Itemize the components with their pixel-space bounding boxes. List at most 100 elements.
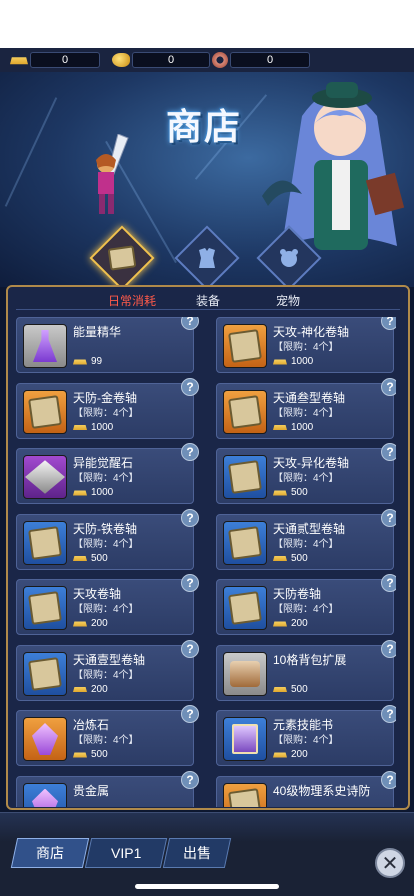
help-icon[interactable]: ? xyxy=(381,377,396,396)
gold-bar-icon xyxy=(73,621,87,627)
scroll-icon xyxy=(228,460,262,494)
shop-item-card[interactable]: 40级物理系史诗防? xyxy=(216,770,396,807)
shop-item-card[interactable]: 天攻-异化卷轴 【限购：4个】 500? xyxy=(216,443,396,504)
shop-item-card[interactable]: 天防-铁卷轴 【限购：4个】 500? xyxy=(16,508,199,570)
item-price: 1000 xyxy=(273,422,313,433)
item-price: 1000 xyxy=(73,487,113,498)
book-icon xyxy=(232,724,258,754)
item-price-value: 500 xyxy=(291,552,308,564)
flask-icon xyxy=(33,330,57,362)
category-tab-equipment[interactable] xyxy=(174,225,240,291)
item-thumbnail xyxy=(23,586,67,630)
item-limit: 【限购：4个】 xyxy=(273,735,339,746)
shop-item-card[interactable]: 异能觉醒石 【限购：4个】 1000? xyxy=(16,443,199,504)
item-name: 40级物理系史诗防 xyxy=(273,783,371,798)
item-thumbnail xyxy=(23,520,67,565)
armor-icon xyxy=(199,248,215,268)
item-price: 1000 xyxy=(273,356,313,367)
item-price: 500 xyxy=(273,487,308,498)
shop-item-card[interactable]: 天攻卷轴 【限购：4个】 200? xyxy=(16,574,199,635)
help-icon[interactable]: ? xyxy=(381,508,396,527)
bottom-tab-sell[interactable]: 出售 xyxy=(162,838,232,868)
item-price: 1000 xyxy=(73,422,113,433)
item-limit: 【限购：4个】 xyxy=(73,473,139,484)
item-thumbnail xyxy=(223,586,267,630)
item-thumbnail xyxy=(223,520,267,565)
help-icon[interactable]: ? xyxy=(381,639,396,658)
shop-item-card[interactable]: 天防-金卷轴 【限购：4个】 1000? xyxy=(16,377,199,439)
help-icon[interactable]: ? xyxy=(181,317,199,330)
help-icon[interactable]: ? xyxy=(381,443,396,461)
item-thumbnail xyxy=(223,324,267,368)
help-icon[interactable]: ? xyxy=(181,377,199,396)
bottom-tab-vip[interactable]: VIP1 xyxy=(84,838,168,868)
item-limit: 【限购：4个】 xyxy=(273,538,339,550)
item-limit: 【限购：4个】 xyxy=(73,735,139,746)
home-indicator[interactable] xyxy=(135,884,279,889)
currency-value: 0 xyxy=(230,52,310,68)
help-icon[interactable]: ? xyxy=(181,574,199,592)
category-tabs xyxy=(0,225,414,291)
gold-bar-icon xyxy=(73,687,87,692)
close-button[interactable]: ✕ xyxy=(375,848,405,878)
item-price: 500 xyxy=(273,684,308,695)
help-icon[interactable]: ? xyxy=(181,705,199,723)
item-price-value: 200 xyxy=(291,749,308,760)
help-icon[interactable]: ? xyxy=(181,639,199,658)
hero-sprite xyxy=(96,134,129,214)
shop-item-card[interactable]: 能量精华 99? xyxy=(16,317,199,373)
shop-item-card[interactable]: 元素技能书 【限购：4个】 200? xyxy=(216,705,396,766)
gold-bar-icon xyxy=(273,687,287,692)
category-tab-pets[interactable] xyxy=(256,225,322,291)
item-price: 500 xyxy=(273,553,308,564)
shop-item-card[interactable]: 天防卷轴 【限购：4个】 200? xyxy=(216,574,396,635)
currency-value: 0 xyxy=(30,52,100,68)
shop-item-card[interactable]: 天攻-神化卷轴 【限购：4个】 1000? xyxy=(216,317,396,373)
currency-bar: 0 0 0 xyxy=(0,48,414,72)
help-icon[interactable]: ? xyxy=(181,443,199,461)
item-thumbnail xyxy=(223,389,267,434)
item-price-value: 500 xyxy=(291,487,308,498)
item-limit: 【限购：4个】 xyxy=(273,407,339,419)
help-icon[interactable]: ? xyxy=(381,705,396,723)
gold-bar-icon xyxy=(273,490,287,496)
currency-gold-nugget: 0 xyxy=(112,51,210,69)
help-icon[interactable]: ? xyxy=(181,770,199,789)
item-price-value: 200 xyxy=(91,683,108,695)
status-bar-area xyxy=(0,0,414,48)
item-thumbnail xyxy=(223,651,267,696)
shop-item-card[interactable]: 冶炼石 【限购：4个】 500? xyxy=(16,705,199,766)
tab-pets[interactable]: 宠物 xyxy=(276,292,300,309)
item-limit: 【限购：4个】 xyxy=(273,604,339,615)
donut-icon xyxy=(212,52,228,68)
help-icon[interactable]: ? xyxy=(381,770,396,789)
pet-icon xyxy=(280,249,298,267)
item-price: 200 xyxy=(273,749,308,760)
scroll-icon xyxy=(228,591,262,625)
bottom-tab-shop[interactable]: 商店 xyxy=(10,838,90,868)
tab-equipment[interactable]: 装备 xyxy=(196,292,220,309)
shop-item-card[interactable]: 天通叁型卷轴 【限购：4个】 1000? xyxy=(216,377,396,439)
gold-bar-icon xyxy=(73,425,87,430)
item-limit: 【限购：4个】 xyxy=(73,604,139,615)
gold-nugget-icon xyxy=(112,53,130,67)
shop-item-card[interactable]: 贵金属? xyxy=(16,770,199,807)
item-limit: 【限购：4个】 xyxy=(273,473,339,484)
currency-gold-bar: 0 xyxy=(10,51,100,69)
help-icon[interactable]: ? xyxy=(181,508,199,527)
scroll-icon xyxy=(228,394,262,429)
item-name: 能量精华 xyxy=(73,325,122,339)
item-price-value: 500 xyxy=(91,749,108,760)
help-icon[interactable]: ? xyxy=(381,574,396,592)
shop-item-card[interactable]: 天通贰型卷轴 【限购：4个】 500? xyxy=(216,508,396,570)
item-price-value: 1000 xyxy=(91,487,114,498)
shop-item-card[interactable]: 天通壹型卷轴 【限购：4个】 200? xyxy=(16,639,199,701)
gold-bar-icon xyxy=(273,556,287,561)
shop-item-card[interactable]: 10格背包扩展 500? xyxy=(216,639,396,701)
item-price: 200 xyxy=(73,618,108,629)
item-price-value: 500 xyxy=(91,552,108,564)
crystal-icon xyxy=(32,723,58,755)
help-icon[interactable]: ? xyxy=(381,317,396,330)
category-tab-consumables[interactable] xyxy=(89,225,155,291)
tab-daily-consumables[interactable]: 日常消耗 xyxy=(108,292,156,309)
